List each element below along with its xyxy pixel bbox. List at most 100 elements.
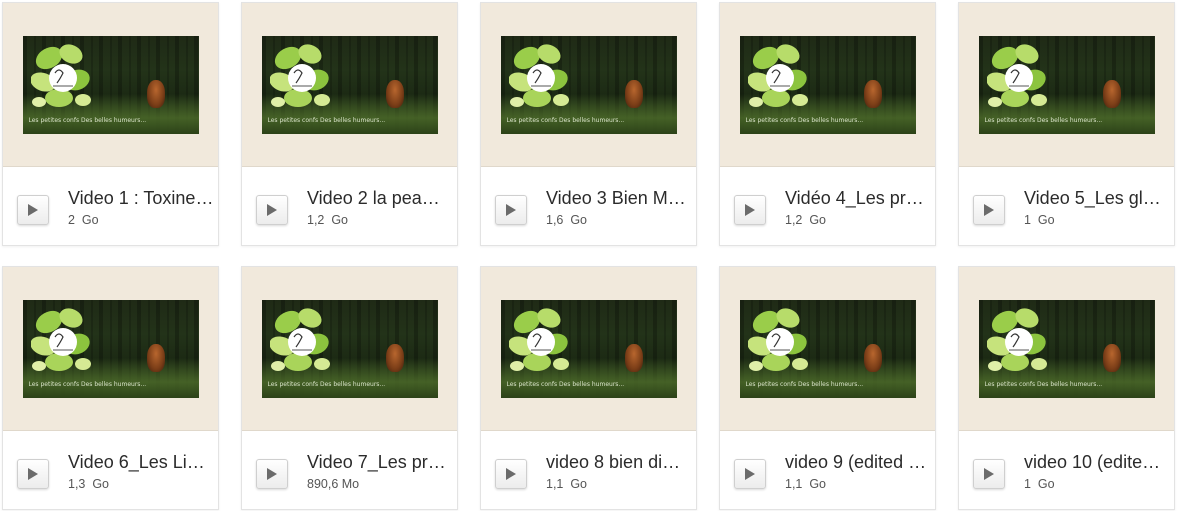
video-thumbnail-frame[interactable]: Les petites confs Des belles humeurs... — [3, 267, 218, 431]
video-card[interactable]: Les petites confs Des belles humeurs... … — [719, 2, 936, 246]
play-button[interactable] — [256, 459, 288, 489]
thumbnail-caption: Les petites confs Des belles humeurs... — [267, 116, 386, 124]
thumbnail-caption: Les petites confs Des belles humeurs... — [28, 116, 147, 124]
thumbnail-caption: Les petites confs Des belles humeurs... — [745, 380, 864, 388]
video-card[interactable]: Les petites confs Des belles humeurs... … — [480, 266, 697, 510]
video-card[interactable]: Les petites confs Des belles humeurs... … — [480, 2, 697, 246]
play-button[interactable] — [973, 195, 1005, 225]
video-thumbnail-frame[interactable]: Les petites confs Des belles humeurs... — [3, 3, 218, 167]
video-thumbnail-frame[interactable]: Les petites confs Des belles humeurs... — [959, 3, 1174, 167]
video-card[interactable]: Les petites confs Des belles humeurs... … — [2, 2, 219, 246]
video-title[interactable]: Video 5_Les gl… — [1024, 188, 1170, 209]
video-thumbnail[interactable]: Les petites confs Des belles humeurs... — [739, 299, 916, 398]
video-size: 1,3 Go — [68, 477, 109, 491]
belles-humeurs-logo — [508, 43, 569, 107]
belles-humeurs-logo — [747, 307, 808, 371]
video-thumbnail[interactable]: Les petites confs Des belles humeurs... — [22, 299, 199, 398]
video-thumbnail[interactable]: Les petites confs Des belles humeurs... — [261, 299, 438, 398]
video-title[interactable]: Video 7_Les pr… — [307, 452, 453, 473]
video-thumbnail-frame[interactable]: Les petites confs Des belles humeurs... — [242, 3, 457, 167]
video-title[interactable]: video 9 (edited … — [785, 452, 931, 473]
play-icon — [984, 468, 994, 480]
belles-humeurs-logo — [269, 307, 330, 371]
play-icon — [745, 204, 755, 216]
video-thumbnail-frame[interactable]: Les petites confs Des belles humeurs... — [481, 267, 696, 431]
play-button[interactable] — [17, 459, 49, 489]
belles-humeurs-logo — [747, 43, 808, 107]
fox-figure — [624, 343, 643, 372]
video-thumbnail[interactable]: Les petites confs Des belles humeurs... — [978, 35, 1155, 134]
play-icon — [745, 468, 755, 480]
video-info: Video 6_Les Li… 1,3 Go — [3, 431, 218, 511]
video-title[interactable]: Video 1 : Toxines… — [68, 188, 214, 209]
video-card[interactable]: Les petites confs Des belles humeurs... … — [2, 266, 219, 510]
video-title[interactable]: Vidéo 4_Les pr… — [785, 188, 931, 209]
play-icon — [267, 204, 277, 216]
play-button[interactable] — [973, 459, 1005, 489]
play-button[interactable] — [17, 195, 49, 225]
fox-figure — [624, 79, 643, 108]
fox-figure — [146, 343, 165, 372]
video-card[interactable]: Les petites confs Des belles humeurs... … — [241, 266, 458, 510]
fox-figure — [863, 79, 882, 108]
play-icon — [506, 204, 516, 216]
video-info: video 10 (edite… 1 Go — [959, 431, 1174, 511]
belles-humeurs-logo — [30, 43, 91, 107]
play-icon — [28, 468, 38, 480]
play-button[interactable] — [734, 459, 766, 489]
video-grid: Les petites confs Des belles humeurs... … — [2, 2, 1175, 510]
video-card[interactable]: Les petites confs Des belles humeurs... … — [719, 266, 936, 510]
play-button[interactable] — [495, 459, 527, 489]
video-title[interactable]: Video 6_Les Li… — [68, 452, 214, 473]
video-thumbnail-frame[interactable]: Les petites confs Des belles humeurs... — [481, 3, 696, 167]
video-thumbnail[interactable]: Les petites confs Des belles humeurs... — [500, 299, 677, 398]
video-card[interactable]: Les petites confs Des belles humeurs... … — [241, 2, 458, 246]
video-thumbnail-frame[interactable]: Les petites confs Des belles humeurs... — [242, 267, 457, 431]
thumbnail-caption: Les petites confs Des belles humeurs... — [984, 380, 1103, 388]
fox-figure — [1102, 79, 1121, 108]
play-button[interactable] — [495, 195, 527, 225]
belles-humeurs-logo — [986, 307, 1047, 371]
thumbnail-caption: Les petites confs Des belles humeurs... — [984, 116, 1103, 124]
thumbnail-caption: Les petites confs Des belles humeurs... — [28, 380, 147, 388]
play-button[interactable] — [734, 195, 766, 225]
play-icon — [28, 204, 38, 216]
video-title[interactable]: Video 2 la pea… — [307, 188, 453, 209]
fox-figure — [385, 79, 404, 108]
video-info: Video 1 : Toxines… 2 Go — [3, 167, 218, 247]
video-thumbnail-frame[interactable]: Les petites confs Des belles humeurs... — [720, 3, 935, 167]
belles-humeurs-logo — [508, 307, 569, 371]
video-title[interactable]: video 8 bien di… — [546, 452, 692, 473]
thumbnail-caption: Les petites confs Des belles humeurs... — [745, 116, 864, 124]
video-card[interactable]: Les petites confs Des belles humeurs... … — [958, 2, 1175, 246]
video-size: 1,2 Go — [307, 213, 348, 227]
video-title[interactable]: video 10 (edite… — [1024, 452, 1170, 473]
video-info: Video 5_Les gl… 1 Go — [959, 167, 1174, 247]
video-size: 1,1 Go — [785, 477, 826, 491]
video-size: 1 Go — [1024, 477, 1055, 491]
video-size: 1 Go — [1024, 213, 1055, 227]
fox-figure — [863, 343, 882, 372]
video-thumbnail-frame[interactable]: Les petites confs Des belles humeurs... — [720, 267, 935, 431]
video-thumbnail[interactable]: Les petites confs Des belles humeurs... — [261, 35, 438, 134]
fox-figure — [1102, 343, 1121, 372]
play-button[interactable] — [256, 195, 288, 225]
video-thumbnail[interactable]: Les petites confs Des belles humeurs... — [978, 299, 1155, 398]
video-thumbnail[interactable]: Les petites confs Des belles humeurs... — [739, 35, 916, 134]
video-info: Video 2 la pea… 1,2 Go — [242, 167, 457, 247]
thumbnail-caption: Les petites confs Des belles humeurs... — [506, 380, 625, 388]
video-thumbnail[interactable]: Les petites confs Des belles humeurs... — [22, 35, 199, 134]
belles-humeurs-logo — [269, 43, 330, 107]
video-thumbnail-frame[interactable]: Les petites confs Des belles humeurs... — [959, 267, 1174, 431]
video-card[interactable]: Les petites confs Des belles humeurs... … — [958, 266, 1175, 510]
video-size: 2 Go — [68, 213, 99, 227]
video-size: 890,6 Mo — [307, 477, 360, 491]
video-info: Video 7_Les pr… 890,6 Mo — [242, 431, 457, 511]
video-size: 1,6 Go — [546, 213, 587, 227]
video-title[interactable]: Video 3 Bien M… — [546, 188, 692, 209]
play-icon — [984, 204, 994, 216]
video-thumbnail[interactable]: Les petites confs Des belles humeurs... — [500, 35, 677, 134]
video-size: 1,2 Go — [785, 213, 826, 227]
play-icon — [506, 468, 516, 480]
video-info: video 9 (edited … 1,1 Go — [720, 431, 935, 511]
